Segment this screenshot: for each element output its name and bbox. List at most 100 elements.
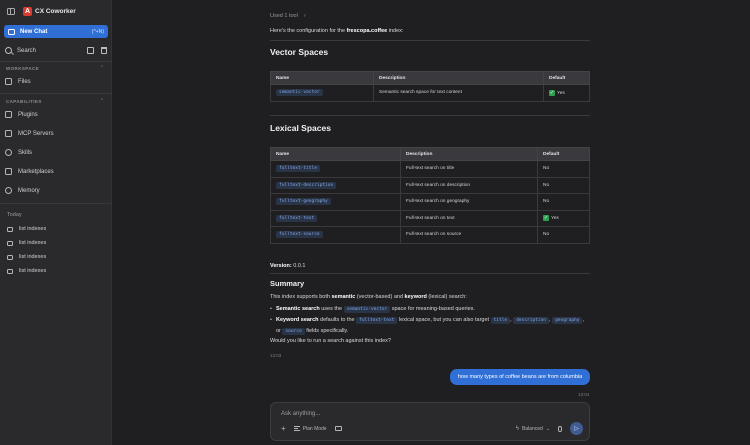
archive-icon[interactable] [87,47,94,54]
memory-icon [5,187,12,194]
search-label[interactable]: Search [17,48,36,54]
space-name: semantic-vector [276,89,323,97]
table-row: fulltext-text Full-text search on text ✓… [270,209,590,227]
sidebar-item-plugins[interactable]: Plugins [5,109,105,120]
lexical-spaces-heading: Lexical Spaces [270,123,331,133]
send-button[interactable]: ▷ [570,422,583,435]
inline-code: fulltext-text [356,317,398,324]
message-input[interactable]: Ask anything... [281,411,320,417]
text: This index supports both [270,294,332,300]
used-tool-toggle[interactable]: Used 1 tool › [270,13,306,19]
sidebar-item-marketplaces[interactable]: Marketplaces [5,166,105,177]
inline-code: semantic-vector [343,306,391,313]
sidebar-item-files[interactable]: Files [5,76,105,87]
collapse-workspace-icon[interactable]: ⌃ [100,65,104,71]
text: lexical space, but you can also target [397,317,491,323]
table-cell: semantic-vector [270,84,374,102]
divider [270,40,590,41]
chat-bubble-icon [7,240,13,246]
table-row: semantic-vector Semantic search space fo… [270,84,590,102]
search-icon[interactable] [5,47,12,54]
inline-code: geography [552,317,583,324]
text: (lexical) search: [426,294,467,300]
space-name: fulltext-text [276,214,318,222]
keyboard-icon[interactable] [334,426,342,431]
table-row: fulltext-description Full-text search on… [270,176,590,194]
text-bold: keyword [404,294,427,300]
sidebar-item-mcp-servers[interactable]: MCP Servers [5,128,105,139]
table-cell: Semantic search space for text content [373,84,544,102]
app-logo: A [23,6,32,16]
space-name: fulltext-title [276,165,320,173]
inline-code: title [490,317,511,324]
text: defaults to the [318,317,357,323]
list-item: Semantic search uses the semantic-vector… [270,304,586,315]
column-header: Description [400,147,538,161]
text-bold: Keyword search [276,317,319,323]
sidebar-item-label: Plugins [18,111,38,118]
plan-mode-label: Plan Mode [302,425,327,432]
vector-spaces-heading: Vector Spaces [270,47,329,57]
list-icon [293,426,300,431]
history-item[interactable]: list indexes [7,224,46,234]
workspace-section-label: WORKSPACE [6,66,40,71]
text: space for meaning-based queries. [390,306,475,312]
add-attachment-icon[interactable]: + [281,424,286,433]
space-name: fulltext-source [276,231,323,239]
history-item[interactable]: list indexes [7,238,46,248]
new-chat-shortcut: (^+N) [91,28,104,35]
text: uses the [319,306,344,312]
history-item-label: list indexes [19,254,47,260]
table-cell: ✓ Yes [537,209,590,227]
used-tool-label: Used 1 tool [270,13,298,19]
toggle-sidebar-icon[interactable] [7,7,15,15]
mic-icon[interactable] [558,425,562,432]
divider [0,203,112,204]
sidebar-item-memory[interactable]: Memory [5,185,105,196]
assistant-timestamp: 13:03 [270,353,282,358]
chat-bubble-icon [7,226,13,232]
index-name: frescopa.coffee [346,28,388,34]
new-chat-button[interactable]: New Chat (^+N) [4,25,108,38]
summary-intro: This index supports both semantic (vecto… [270,294,467,300]
inline-code: description [513,317,550,324]
sidebar-item-skills[interactable]: Skills [5,147,105,158]
divider [270,115,590,116]
config-prefix: Here's the configuration for the [270,28,347,34]
table-cell: Full-text search on title [400,160,538,178]
config-intro: Here's the configuration for the frescop… [270,28,403,34]
chat-bubble-icon [7,254,13,260]
column-header: Name [270,147,401,161]
composer: Ask anything... + Plan Mode ϟ Balanced ⌄… [270,402,590,441]
plan-mode-button[interactable]: Plan Mode [293,425,327,432]
divider [0,61,112,62]
chat-bubble-icon [7,268,13,274]
skills-icon [5,149,12,156]
history-item-label: list indexes [19,226,47,232]
table-cell: fulltext-source [270,226,401,244]
column-header: Description [373,71,544,85]
list-item: Keyword search defaults to the fulltext-… [270,315,586,337]
store-icon [5,168,12,175]
config-suffix: index: [387,28,404,34]
bolt-icon: ϟ [515,425,519,432]
model-mode-select[interactable]: ϟ Balanced ⌄ [516,426,550,432]
chevron-down-icon: ⌄ [545,425,550,432]
history-item[interactable]: list indexes [7,252,46,262]
sidebar-item-label: Skills [18,149,33,156]
user-timestamp: 13:04 [578,392,590,397]
table-cell: Full-text search on description [400,176,538,194]
table-cell: fulltext-title [270,160,401,178]
version-label: Version: [270,263,292,269]
sidebar-header: A CX Coworker [0,0,111,22]
history-item[interactable]: list indexes [7,266,46,276]
new-chat-label: New Chat [20,28,48,35]
table-cell: fulltext-description [270,176,401,194]
sidebar-item-label: Memory [18,187,40,194]
column-header: Default [543,71,590,85]
trash-icon[interactable] [101,47,107,54]
version-line: Version: 0.0.1 [270,263,305,269]
collapse-capabilities-icon[interactable]: ⌃ [100,98,104,104]
default-value: Yes [557,90,565,96]
history-item-label: list indexes [19,240,47,246]
